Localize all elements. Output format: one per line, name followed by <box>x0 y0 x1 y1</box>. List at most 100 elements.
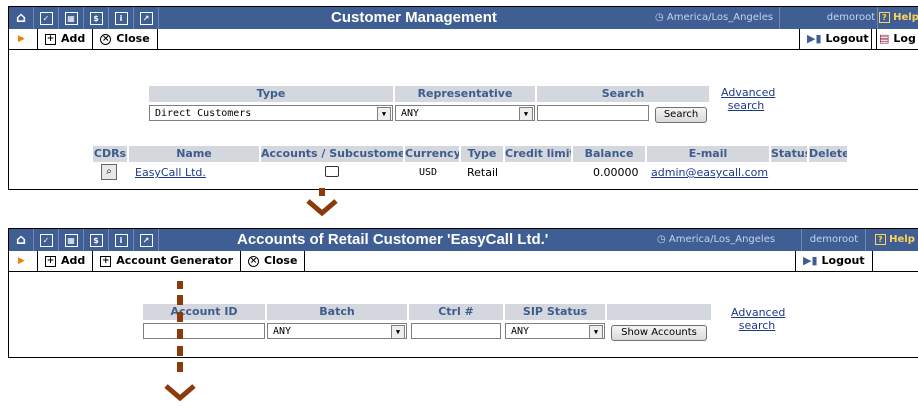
username[interactable]: demoroot <box>825 7 878 29</box>
plus-icon: + <box>100 255 112 267</box>
timezone[interactable]: ◷ America/Los_Angeles <box>657 229 802 251</box>
flow-dash <box>177 295 183 305</box>
help-link[interactable]: ? Help <box>879 7 918 29</box>
column-header: Type <box>461 146 503 162</box>
column-header: Balance <box>573 146 645 162</box>
show-accounts-button[interactable]: Show Accounts <box>611 325 707 341</box>
help-label: Help <box>889 234 915 245</box>
advanced-label: Advanced <box>731 306 786 319</box>
chevron-down-icon: ▼ <box>519 107 533 120</box>
toolbar: ▶ + Add + Account Generator × Close ▶▮ Logou… <box>9 251 918 272</box>
account-id-header: Account ID <box>143 304 265 320</box>
ctrl-input[interactable] <box>411 323 501 339</box>
logout-icon: ▶▮ <box>807 32 822 45</box>
column-header: Status <box>771 146 807 162</box>
column-header: Accounts / Subcustomers <box>261 146 403 162</box>
advanced-search-link[interactable]: Advanced search <box>721 86 775 112</box>
nav-icons: ⌂ ✓ ▦ $ i ↗ <box>9 229 159 251</box>
representative-select[interactable]: ANY ▼ <box>395 105 535 121</box>
type-value: Direct Customers <box>155 108 252 119</box>
flow-dash <box>177 362 183 372</box>
toolbar: ▶ + Add × Close ▶▮ Logout ▤ Log <box>9 29 918 50</box>
chevron-down-icon: ▼ <box>391 325 405 338</box>
sip-status-select[interactable]: ANY ▼ <box>505 323 605 339</box>
logout-icon: ▶▮ <box>803 254 818 267</box>
chevron-down-icon: ▼ <box>589 325 603 338</box>
title-bar: ⌂ ✓ ▦ $ i ↗ Customer Management ◷ Americ… <box>9 7 918 29</box>
flow-dash <box>177 346 183 356</box>
magnifier-icon[interactable]: ⌕ <box>101 164 117 180</box>
log-label: Log <box>893 32 916 45</box>
column-header: E-mail <box>647 146 769 162</box>
help-link[interactable]: ? Help <box>875 229 915 251</box>
checkbox-icon[interactable]: ✓ <box>34 7 59 29</box>
close-label: Close <box>264 254 298 267</box>
dollar-icon[interactable]: $ <box>84 7 109 29</box>
chart-icon[interactable]: ↗ <box>134 229 159 251</box>
flow-dash <box>177 329 183 339</box>
customer-name-link[interactable]: EasyCall Ltd. <box>135 166 206 179</box>
email-link[interactable]: admin@easycall.com <box>651 166 768 179</box>
add-label: Add <box>61 254 86 267</box>
type-cell: Retail <box>467 166 499 179</box>
logout-label: Logout <box>821 254 865 267</box>
checkbox-icon[interactable]: ✓ <box>34 229 59 251</box>
folder-icon[interactable] <box>325 166 339 177</box>
batch-value: ANY <box>273 326 292 337</box>
close-button[interactable]: × Close <box>241 251 306 271</box>
type-header: Type <box>149 86 393 102</box>
flow-chevron-icon <box>306 199 338 216</box>
grid-icon[interactable]: ▦ <box>59 229 84 251</box>
type-select[interactable]: Direct Customers ▼ <box>149 105 393 121</box>
timezone-label: America/Los_Angeles <box>666 12 774 23</box>
home-icon[interactable]: ⌂ <box>9 229 34 251</box>
close-button[interactable]: × Close <box>93 29 158 49</box>
timezone-label: America/Los_Angeles <box>668 234 776 245</box>
flow-dash <box>177 312 183 322</box>
flow-dash <box>319 188 325 196</box>
home-icon[interactable]: ⌂ <box>9 7 34 29</box>
timezone[interactable]: ◷ America/Los_Angeles <box>655 7 781 29</box>
page-title: Customer Management <box>331 9 497 26</box>
search-input[interactable] <box>537 105 649 121</box>
logout-label: Logout <box>825 32 869 45</box>
log-button[interactable]: ▤ Log <box>871 29 918 49</box>
help-label: Help <box>893 12 918 23</box>
nav-icons: ⌂ ✓ ▦ $ i ↗ <box>9 7 159 29</box>
info-icon[interactable]: i <box>109 7 134 29</box>
logout-button[interactable]: ▶▮ Logout <box>795 251 873 271</box>
info-icon[interactable]: i <box>109 229 134 251</box>
flow-chevron-icon <box>164 384 196 401</box>
search-header: Search <box>537 86 709 102</box>
page-title: Accounts of Retail Customer 'EasyCall Lt… <box>237 231 549 248</box>
chart-icon[interactable]: ↗ <box>134 7 159 29</box>
dollar-icon[interactable]: $ <box>84 229 109 251</box>
column-header: Currency <box>405 146 459 162</box>
column-header: Delete <box>809 146 847 162</box>
ctrl-header: Ctrl # <box>409 304 503 320</box>
advanced-search-link[interactable]: Advanced search <box>731 306 786 332</box>
account-id-input[interactable] <box>143 323 265 339</box>
logout-button[interactable]: ▶▮ Logout <box>799 29 877 49</box>
sip-status-value: ANY <box>511 326 530 337</box>
grid-icon[interactable]: ▦ <box>59 7 84 29</box>
add-button[interactable]: + Add <box>38 29 94 49</box>
orange-arrow-icon: ▶ <box>9 29 38 49</box>
empty-header <box>607 304 711 320</box>
log-icon: ▤ <box>879 32 890 45</box>
add-label: Add <box>61 32 86 45</box>
advanced-label: Advanced <box>721 86 776 99</box>
search-button[interactable]: Search <box>655 107 707 123</box>
title-bar: ⌂ ✓ ▦ $ i ↗ Accounts of Retail Customer … <box>9 229 918 251</box>
flow-dash <box>177 281 183 289</box>
username[interactable]: demoroot <box>803 229 866 251</box>
add-button[interactable]: + Add <box>38 251 94 271</box>
search-label: search <box>738 319 776 332</box>
batch-select[interactable]: ANY ▼ <box>267 323 407 339</box>
account-generator-label: Account Generator <box>116 254 233 267</box>
batch-header: Batch <box>267 304 407 320</box>
chevron-down-icon: ▼ <box>377 107 391 120</box>
representative-value: ANY <box>401 108 420 119</box>
account-generator-button[interactable]: + Account Generator <box>93 251 241 271</box>
balance-cell: 0.00000 <box>593 166 639 179</box>
